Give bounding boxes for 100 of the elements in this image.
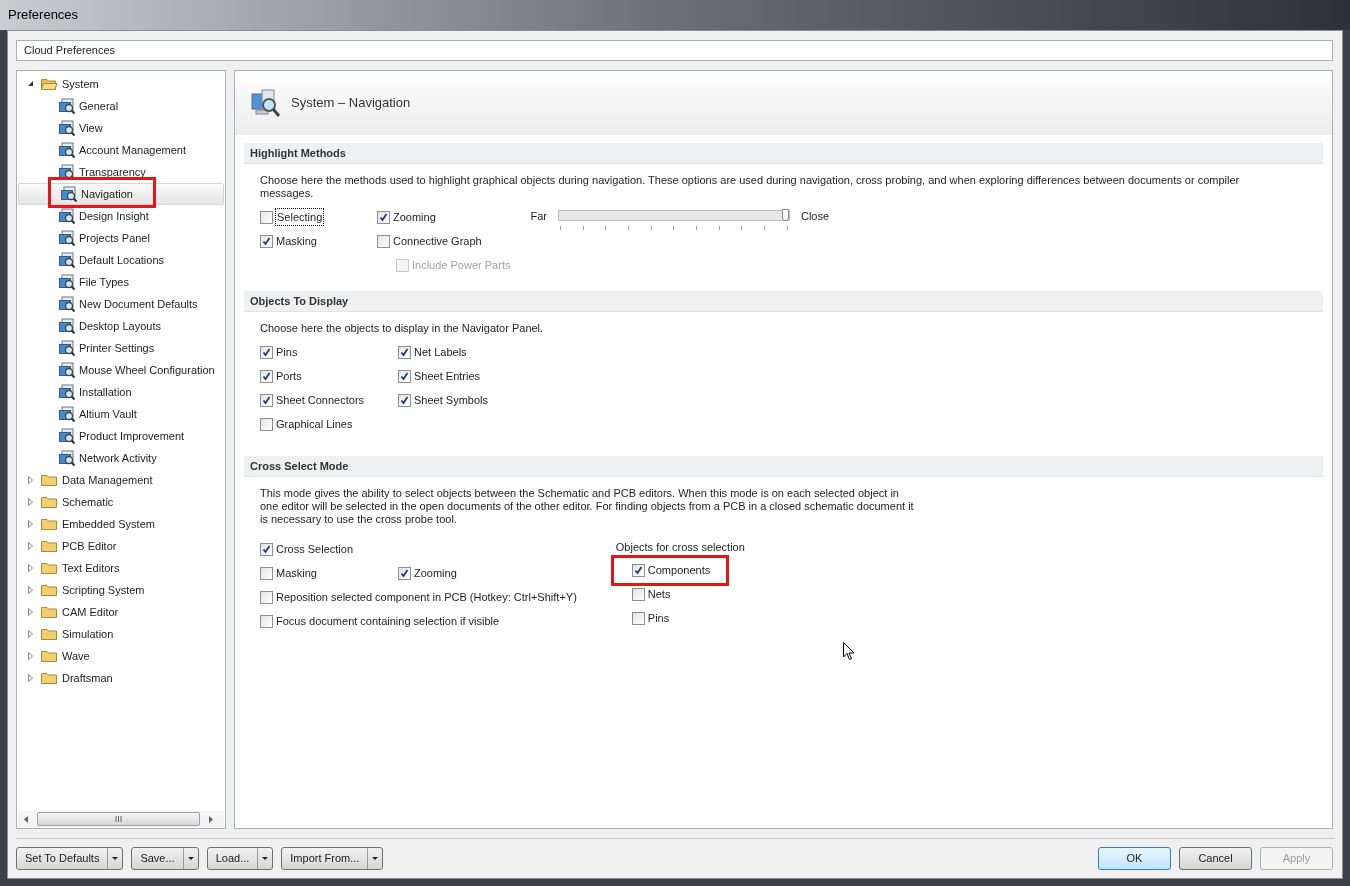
tree-item[interactable]: PCB Editor (17, 535, 225, 557)
expand-icon[interactable] (27, 608, 34, 616)
checkbox[interactable]: Zooming (377, 208, 436, 226)
slider-label: Far (530, 209, 547, 224)
expand-icon[interactable] (27, 476, 34, 484)
dropdown-arrow-icon (372, 857, 379, 860)
check-icon (400, 568, 409, 578)
expand-icon[interactable] (27, 586, 34, 594)
checkbox: Include Power Parts (396, 256, 511, 274)
section-header: Highlight Methods (244, 143, 1323, 164)
tree-item[interactable]: System (17, 73, 225, 95)
checkbox[interactable]: Nets (631, 586, 671, 603)
checkbox[interactable]: Components (631, 562, 711, 579)
folder-icon (41, 472, 58, 488)
tree-item[interactable]: Default Locations (17, 249, 225, 271)
tree-item[interactable]: Installation (17, 381, 225, 403)
tree-item[interactable]: Printer Settings (17, 337, 225, 359)
tree-item[interactable]: Navigation (18, 183, 224, 205)
checkbox[interactable]: Graphical Lines (260, 415, 353, 433)
tree-item[interactable]: Product Improvement (17, 425, 225, 447)
page-icon (59, 428, 75, 444)
tree-item[interactable]: View (17, 117, 225, 139)
checkbox[interactable]: Net Labels (398, 343, 467, 361)
slider-thumb[interactable] (781, 209, 789, 221)
tree-item[interactable]: Altium Vault (17, 403, 225, 425)
dialog-button[interactable]: Cancel (1179, 847, 1252, 870)
tree-item[interactable]: Transparency (17, 161, 225, 183)
tree-item[interactable]: Scripting System (17, 579, 225, 601)
expand-icon[interactable] (27, 498, 34, 506)
scrollbar-thumb[interactable] (37, 812, 200, 826)
checkbox[interactable]: Selecting (260, 208, 377, 226)
split-button[interactable]: Import From... (281, 847, 384, 870)
checkbox[interactable]: Ports (260, 367, 398, 385)
checkbox[interactable]: Sheet Connectors (260, 391, 398, 409)
expand-icon[interactable] (27, 630, 34, 638)
tree-item[interactable]: Wave (17, 645, 225, 667)
split-button[interactable]: Load... (206, 847, 274, 870)
checkbox[interactable]: Focus document containing selection if visible (260, 612, 500, 630)
split-button[interactable]: Set To Defaults (16, 847, 124, 870)
checkbox[interactable]: Sheet Symbols (398, 391, 488, 409)
expand-icon[interactable] (27, 652, 34, 660)
horizontal-scrollbar[interactable] (18, 811, 224, 827)
collapse-icon[interactable] (27, 80, 34, 88)
page-icon (59, 296, 75, 312)
expand-icon[interactable] (27, 564, 34, 572)
dropdown-arrow-icon (187, 857, 194, 860)
page-icon (59, 230, 75, 246)
checkbox[interactable]: Connective Graph (377, 232, 482, 250)
split-button[interactable]: Save... (131, 847, 199, 870)
tree-item[interactable]: Projects Panel (17, 227, 225, 249)
tree-item[interactable]: CAM Editor (17, 601, 225, 623)
scroll-left-icon[interactable] (24, 815, 29, 823)
check-icon (262, 347, 271, 357)
monitor-magnifier-icon (250, 87, 282, 119)
checkbox[interactable]: Sheet Entries (398, 367, 481, 385)
tree-item[interactable]: Schematic (17, 491, 225, 513)
tree-item[interactable]: Simulation (17, 623, 225, 645)
dialog-button[interactable]: OK (1098, 847, 1171, 870)
folder-icon (41, 560, 58, 576)
tree-item[interactable]: Mouse Wheel Configuration (17, 359, 225, 381)
window-title: Preferences (8, 6, 79, 25)
tree-item[interactable]: Text Editors (17, 557, 225, 579)
folder-icon (41, 516, 58, 532)
checkbox[interactable]: Reposition selected component in PCB (Hotkey: Ctrl+Shift+Y) (260, 588, 577, 606)
expand-icon[interactable] (27, 542, 34, 550)
tree-item[interactable]: Design Insight (17, 205, 225, 227)
expand-icon[interactable] (27, 674, 34, 682)
page-icon (59, 98, 75, 114)
checkbox[interactable]: Zooming (398, 564, 457, 582)
dropdown-arrow-icon (262, 857, 269, 860)
mouse-pointer-icon (843, 642, 855, 661)
page-icon (59, 384, 75, 400)
tree-item[interactable]: New Document Defaults (17, 293, 225, 315)
page-title: System – Navigation (291, 94, 411, 113)
page-icon (59, 208, 75, 224)
page-icon (59, 406, 75, 422)
checkbox[interactable]: Pins (631, 610, 670, 627)
tree-item[interactable]: Network Activity (17, 447, 225, 469)
tree-item[interactable]: Draftsman (17, 667, 225, 689)
page-icon (61, 186, 77, 202)
page-icon (59, 450, 75, 466)
folder-icon (41, 648, 58, 664)
tree-item[interactable]: Account Management (17, 139, 225, 161)
scroll-right-icon[interactable] (209, 815, 214, 823)
page-icon (59, 252, 75, 268)
grip-icon (115, 816, 122, 822)
section-header: Cross Select Mode (244, 456, 1323, 477)
slider-track[interactable] (557, 210, 790, 221)
tree-item[interactable]: Desktop Layouts (17, 315, 225, 337)
tree-item[interactable]: File Types (17, 271, 225, 293)
tree-item[interactable]: General (17, 95, 225, 117)
tree-item[interactable]: Embedded System (17, 513, 225, 535)
checkbox[interactable]: Masking (260, 232, 377, 250)
checkbox[interactable]: Pins (260, 343, 398, 361)
tree-item[interactable]: Data Management (17, 469, 225, 491)
checkbox[interactable]: Masking (260, 564, 398, 582)
cloud-preferences-bar[interactable]: Cloud Preferences (16, 40, 1333, 61)
checkbox[interactable]: Cross Selection (260, 540, 354, 558)
expand-icon[interactable] (27, 520, 34, 528)
folder-icon (41, 494, 58, 510)
